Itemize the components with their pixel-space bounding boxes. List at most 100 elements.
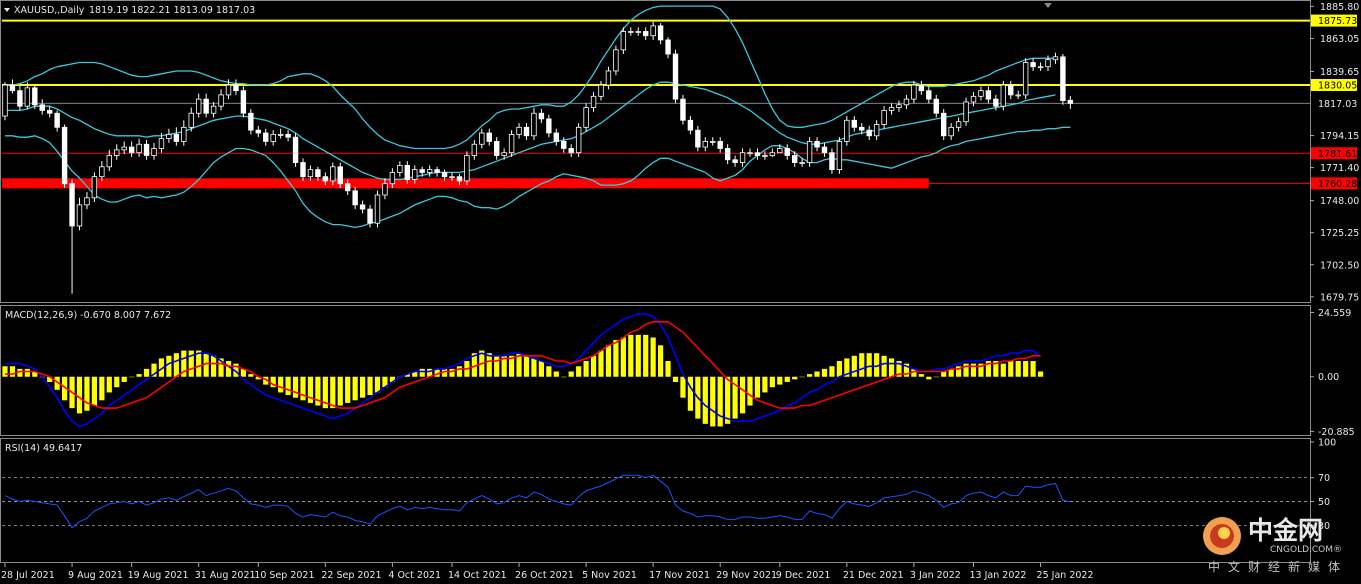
bull-candle-body <box>531 112 537 137</box>
macd-histogram-bar <box>1015 361 1021 377</box>
resistance-top-tag: 1875.73 <box>1318 16 1357 27</box>
macd-histogram-bar <box>605 345 612 377</box>
candle <box>61 124 68 188</box>
bull-candle-body <box>583 107 589 128</box>
candle <box>292 132 299 167</box>
bear-candle-body <box>643 31 649 37</box>
candle <box>464 151 470 186</box>
candle <box>620 27 627 55</box>
bear-candle-body <box>322 176 329 182</box>
bear-candle-body <box>538 112 545 120</box>
bear-candle-body <box>523 126 530 137</box>
candle <box>635 27 641 36</box>
bear-candle-body <box>866 129 872 137</box>
bear-candle-body <box>344 183 351 192</box>
macd-histogram-bar <box>531 358 537 377</box>
bear-candle-body <box>717 141 723 149</box>
candle <box>672 49 679 104</box>
candle <box>643 27 649 40</box>
bull-candle-body <box>195 98 202 114</box>
macd-histogram-bar <box>650 337 656 377</box>
candle <box>598 80 604 101</box>
candle <box>195 93 202 118</box>
bull-candle-body <box>963 101 969 123</box>
bull-candle-body <box>635 31 641 33</box>
candle <box>1015 90 1021 100</box>
macd-histogram-bar <box>859 353 865 377</box>
bull-candle-body <box>605 70 612 86</box>
bull-candle-body <box>426 169 433 173</box>
bull-candle-body <box>397 164 403 173</box>
candle <box>844 116 850 146</box>
candle <box>695 125 701 152</box>
candle <box>1030 58 1036 71</box>
bear-candle-body <box>1030 62 1036 68</box>
candle <box>821 142 828 157</box>
macd-histogram-bar <box>643 334 649 377</box>
time-tick-label: 10 Sep 2021 <box>254 570 314 581</box>
macd-histogram-bar <box>285 376 291 396</box>
macd-histogram-bar <box>829 366 835 377</box>
macd-histogram-bar <box>792 376 798 380</box>
bull-candle-body <box>628 31 634 33</box>
candle <box>128 141 135 157</box>
bull-candle-body <box>508 133 515 154</box>
bear-candle-body <box>285 133 291 138</box>
time-tick-label: 21 Dec 2021 <box>843 570 904 581</box>
macd-histogram-bar <box>777 376 783 385</box>
candle <box>955 117 962 132</box>
bear-candle-body <box>859 126 865 131</box>
candle <box>702 137 708 152</box>
candle <box>903 94 910 110</box>
macd-histogram-bar <box>374 376 381 393</box>
macd-histogram-bar <box>561 376 567 378</box>
candle <box>970 92 977 107</box>
candle <box>255 125 261 138</box>
candle <box>397 161 403 177</box>
macd-histogram-bar <box>665 361 671 377</box>
price-panel-frame <box>0 0 1311 303</box>
bull-candle-body <box>188 112 194 128</box>
macd-histogram-bar <box>784 376 790 382</box>
candle <box>948 123 954 141</box>
macd-histogram-bar <box>583 361 589 377</box>
bear-candle-body <box>404 164 410 180</box>
candle <box>166 128 172 143</box>
bull-candle-body <box>210 105 217 114</box>
collapse-triangle-icon[interactable] <box>4 8 10 12</box>
candle <box>933 94 939 118</box>
bull-candle-body <box>1052 56 1059 61</box>
bull-candle-body <box>911 84 917 100</box>
candle <box>575 123 582 157</box>
horizontal-levels <box>2 19 1310 104</box>
bear-candle-body <box>665 39 671 55</box>
candle <box>881 106 887 129</box>
macd-histogram-bar <box>523 355 530 377</box>
scroll-marker-icon[interactable] <box>1044 3 1052 8</box>
candle <box>270 130 276 146</box>
candle <box>2 82 8 121</box>
time-tick-label: 25 Jan 2022 <box>1037 570 1094 581</box>
candle <box>866 125 872 141</box>
candle <box>300 158 306 181</box>
bear-candle-body <box>419 169 425 173</box>
candle <box>32 85 38 110</box>
bear-candle-body <box>814 141 820 148</box>
macd-histogram-bar <box>121 376 127 382</box>
macd-histogram-bar <box>1008 361 1014 377</box>
rsi-panel-frame <box>0 438 1311 563</box>
candle <box>143 140 150 160</box>
bull-candle-body <box>747 152 753 155</box>
bear-candle-body <box>493 141 500 156</box>
candle <box>203 93 209 118</box>
candle <box>531 107 537 141</box>
candle <box>516 123 522 139</box>
macd-histogram-bar <box>337 376 343 406</box>
resistance-mid-tag: 1830.05 <box>1318 80 1357 91</box>
candle <box>888 103 895 115</box>
bear-candle-body <box>993 98 999 107</box>
macd-histogram-bar <box>814 371 820 377</box>
bull-candle-body <box>806 141 813 163</box>
bear-candle-body <box>732 159 738 163</box>
macd-histogram-bar <box>821 368 828 377</box>
